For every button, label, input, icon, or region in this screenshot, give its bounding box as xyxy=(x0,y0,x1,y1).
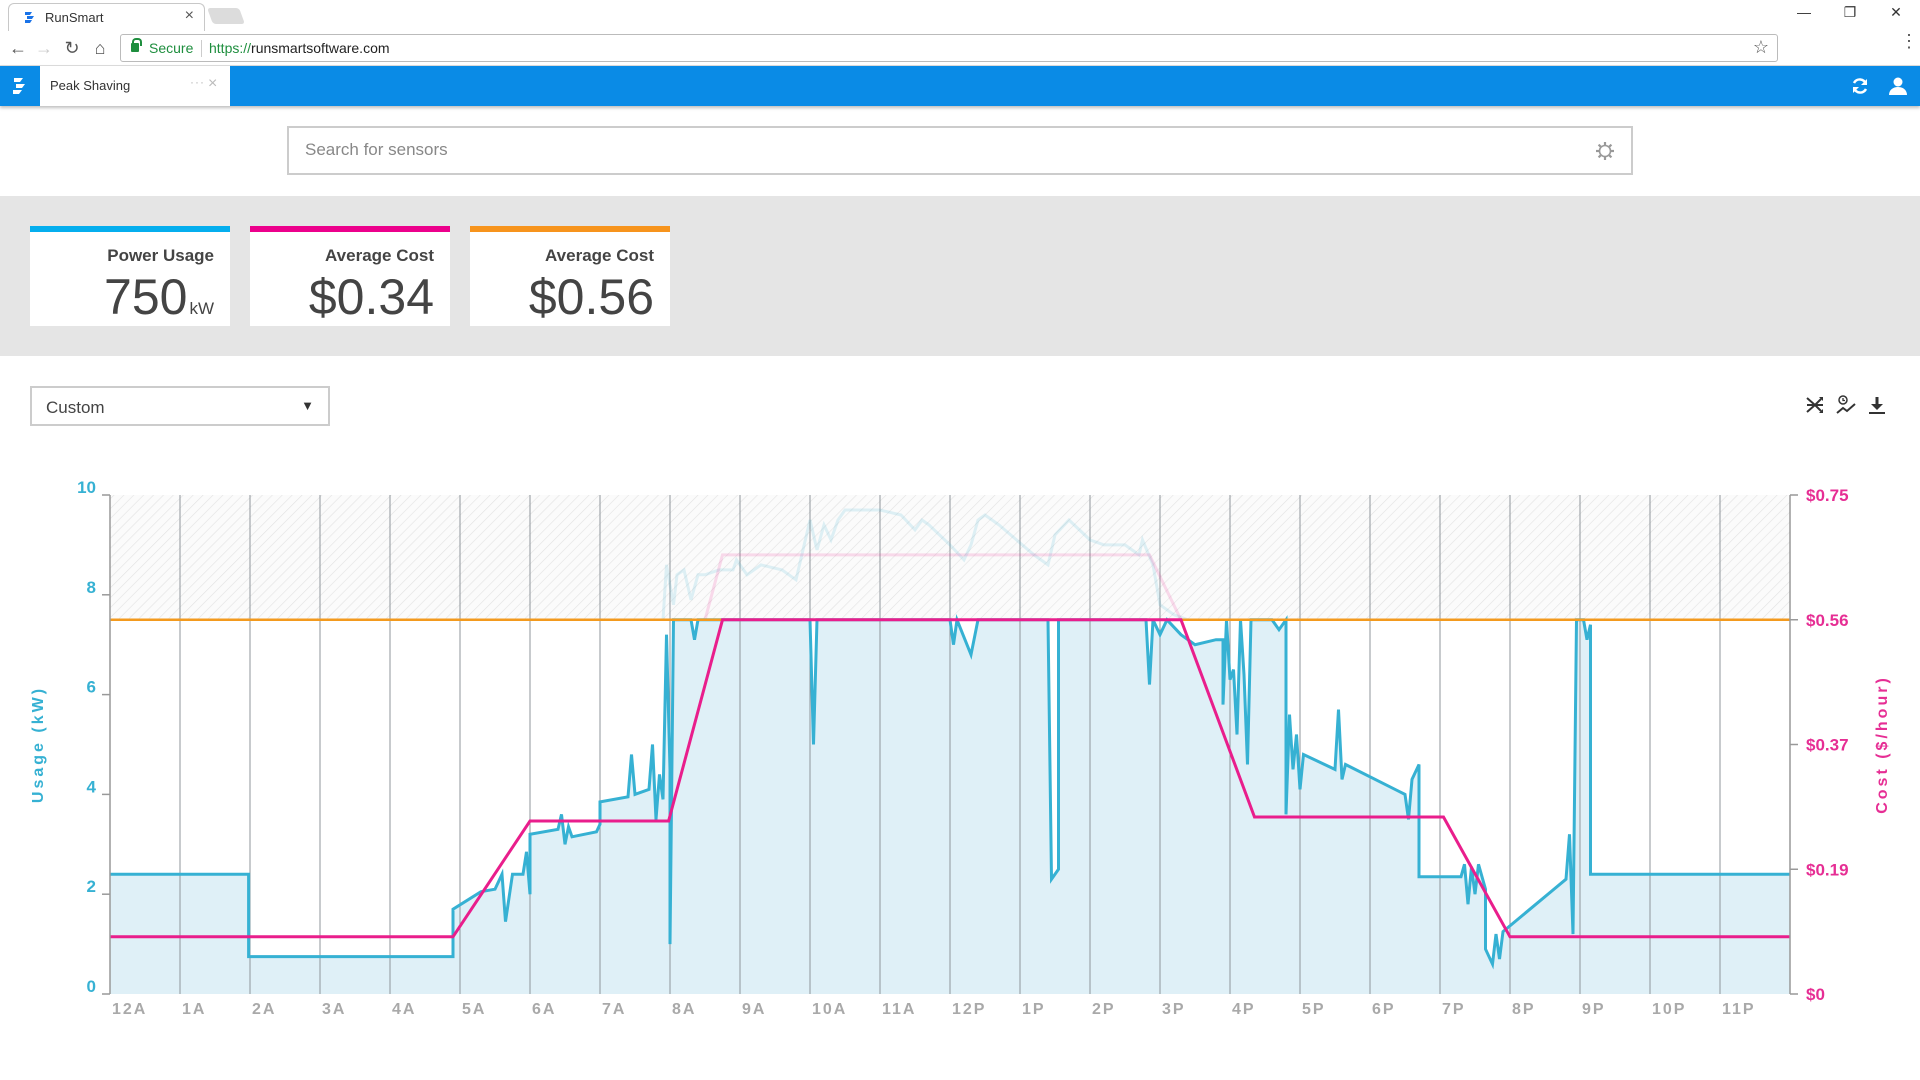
chevron-down-icon: ▼ xyxy=(301,398,314,413)
more-icon[interactable]: ··· xyxy=(190,75,205,89)
x-tick-label: 8A xyxy=(672,1001,696,1018)
y2-tick-label: $0.19 xyxy=(1806,860,1849,879)
browser-tab[interactable]: RunSmart × xyxy=(8,3,205,31)
y2-axis-title: Cost ($/hour) xyxy=(1874,675,1891,814)
kpi-value: 750 kW xyxy=(104,268,214,326)
download-icon[interactable] xyxy=(1866,394,1888,416)
address-bar[interactable]: Secure https://runsmartsoftware.com ☆ xyxy=(120,34,1778,62)
y2-tick-label: $0.37 xyxy=(1806,736,1849,755)
kpi-band: Power Usage 750 kW Average Cost $0.34 Ave… xyxy=(0,196,1920,356)
x-tick-label: 12P xyxy=(952,1001,986,1018)
back-icon[interactable]: ← xyxy=(6,38,30,59)
x-tick-label: 7P xyxy=(1442,1001,1466,1018)
kpi-unit: kW xyxy=(189,299,214,318)
x-tick-label: 6A xyxy=(532,1001,556,1018)
x-tick-label: 12A xyxy=(112,1001,147,1018)
close-tab-icon[interactable]: × xyxy=(185,7,194,25)
y-tick-label: 6 xyxy=(87,678,96,697)
x-tick-label: 11P xyxy=(1722,1001,1756,1018)
forward-icon[interactable]: → xyxy=(32,38,56,59)
bookmark-star-icon[interactable]: ☆ xyxy=(1753,37,1769,58)
url-text: https://runsmartsoftware.com xyxy=(209,40,390,56)
x-tick-label: 2P xyxy=(1092,1001,1116,1018)
restore-icon[interactable]: ❐ xyxy=(1830,4,1870,21)
y-tick-label: 10 xyxy=(77,478,96,497)
range-select[interactable]: Custom ▼ xyxy=(30,386,330,426)
x-tick-label: 1A xyxy=(182,1001,206,1018)
home-icon[interactable]: ⌂ xyxy=(88,38,112,59)
history-chart-icon[interactable] xyxy=(1835,394,1857,416)
browser-tab-title: RunSmart xyxy=(45,10,104,25)
app-header: Peak Shaving ··· × xyxy=(0,66,1920,106)
kpi-value: $0.56 xyxy=(528,269,654,325)
lock-icon xyxy=(131,38,142,52)
y-tick-label: 8 xyxy=(87,578,96,597)
minimize-icon[interactable]: — xyxy=(1784,4,1824,20)
browser-toolbar: ← → ↻ ⌂ Secure https://runsmartsoftware.… xyxy=(0,31,1920,66)
kpi-number: 750 xyxy=(104,269,188,325)
x-tick-label: 4P xyxy=(1232,1001,1256,1018)
runsmart-favicon-icon xyxy=(25,12,34,23)
x-tick-label: 3P xyxy=(1162,1001,1186,1018)
x-tick-label: 6P xyxy=(1372,1001,1396,1018)
x-tick-label: 4A xyxy=(392,1001,416,1018)
search-input[interactable] xyxy=(305,140,1565,160)
x-tick-label: 5A xyxy=(462,1001,486,1018)
secure-label: Secure xyxy=(149,40,194,56)
x-tick-label: 7A xyxy=(602,1001,626,1018)
user-icon[interactable] xyxy=(1888,76,1908,96)
y-tick-label: 2 xyxy=(87,877,96,896)
x-tick-label: 8P xyxy=(1512,1001,1536,1018)
y2-tick-label: $0.56 xyxy=(1806,611,1849,630)
app-tab-peak-shaving[interactable]: Peak Shaving ··· × xyxy=(40,66,230,106)
x-tick-label: 5P xyxy=(1302,1001,1326,1018)
peak-shaving-chart: 0 2 4 6 8 10 $0 $0.19 $0.37 $0.56 $0.75 12A 1A 2A 3A 4A… xyxy=(30,478,1891,1018)
x-tick-label: 9A xyxy=(742,1001,766,1018)
kpi-card-average-cost: Average Cost $0.34 xyxy=(250,226,450,326)
y-tick-label: 4 xyxy=(87,777,97,796)
y2-tick-label: $0 xyxy=(1806,985,1825,1004)
y-tick-label: 0 xyxy=(87,977,96,996)
x-tick-label: 2A xyxy=(252,1001,276,1018)
app-tab-title: Peak Shaving xyxy=(50,78,131,93)
close-app-tab-icon[interactable]: × xyxy=(208,75,217,93)
x-tick-label: 3A xyxy=(322,1001,346,1018)
gear-icon[interactable] xyxy=(1595,141,1615,161)
x-tick-label: 10P xyxy=(1652,1001,1686,1018)
close-window-icon[interactable]: ✕ xyxy=(1876,4,1916,21)
kpi-card-power-usage: Power Usage 750 kW xyxy=(30,226,230,326)
x-tick-label: 11A xyxy=(882,1001,916,1018)
y2-tick-label: $0.75 xyxy=(1806,486,1849,505)
browser-menu-icon[interactable]: ⋮ xyxy=(1900,32,1918,50)
x-tick-label: 1P xyxy=(1022,1001,1046,1018)
kpi-label: Power Usage xyxy=(107,246,214,265)
y-axis-title: Usage (kW) xyxy=(30,686,47,803)
reload-icon[interactable]: ↻ xyxy=(60,38,84,59)
url-host: runsmartsoftware.com xyxy=(251,40,390,56)
sensor-search xyxy=(287,126,1633,175)
url-scheme: https:// xyxy=(209,40,252,56)
refresh-icon[interactable] xyxy=(1850,76,1870,96)
kpi-value: $0.34 xyxy=(308,269,434,325)
browser-tabstrip: RunSmart × — ❐ ✕ xyxy=(0,0,1920,31)
range-select-value: Custom xyxy=(46,398,105,417)
compare-icon[interactable] xyxy=(1804,394,1826,416)
new-tab-button[interactable] xyxy=(207,8,245,24)
kpi-label: Average Cost xyxy=(325,246,434,265)
kpi-label: Average Cost xyxy=(545,246,654,265)
runsmart-logo-icon[interactable] xyxy=(10,77,30,95)
x-tick-label: 9P xyxy=(1582,1001,1606,1018)
kpi-card-average-cost-peak: Average Cost $0.56 xyxy=(470,226,670,326)
x-tick-label: 10A xyxy=(812,1001,847,1018)
divider xyxy=(201,40,202,57)
